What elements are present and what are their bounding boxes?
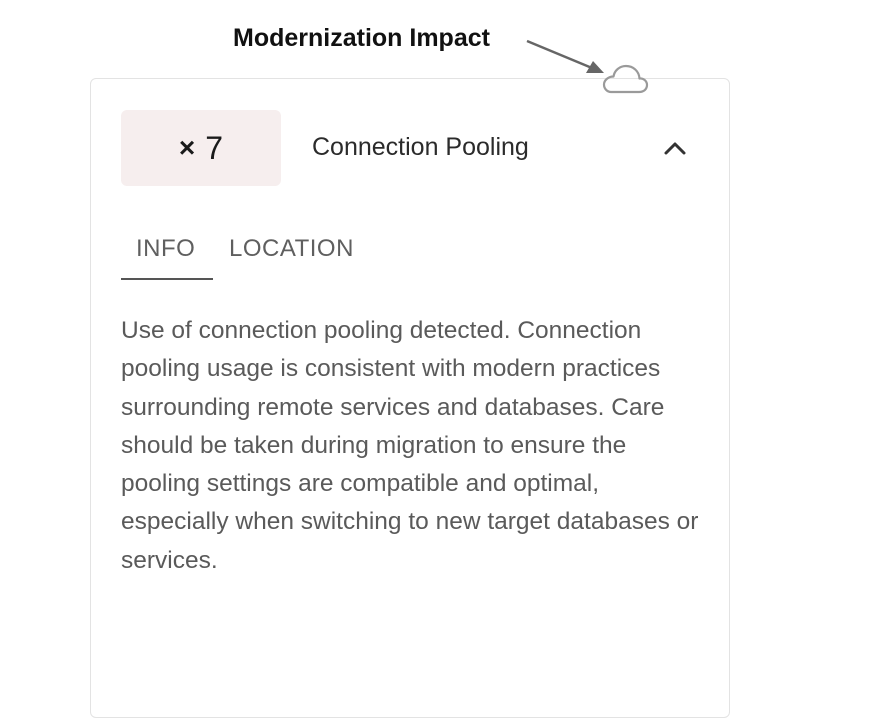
tab-info[interactable]: INFO — [121, 230, 213, 280]
tab-location[interactable]: LOCATION — [213, 230, 354, 280]
cloud-icon — [602, 64, 649, 94]
collapse-toggle-button[interactable] — [655, 130, 695, 166]
occurrence-count: 7 — [205, 129, 224, 166]
modernization-impact-callout: Modernization Impact — [233, 24, 490, 52]
multiply-symbol: × — [178, 132, 196, 163]
occurrence-count-badge: × 7 — [121, 110, 281, 186]
finding-title: Connection Pooling — [312, 133, 529, 161]
chevron-up-icon — [664, 142, 686, 155]
finding-tabs: INFO LOCATION — [121, 230, 354, 282]
finding-description: Use of connection pooling detected. Conn… — [121, 317, 699, 574]
